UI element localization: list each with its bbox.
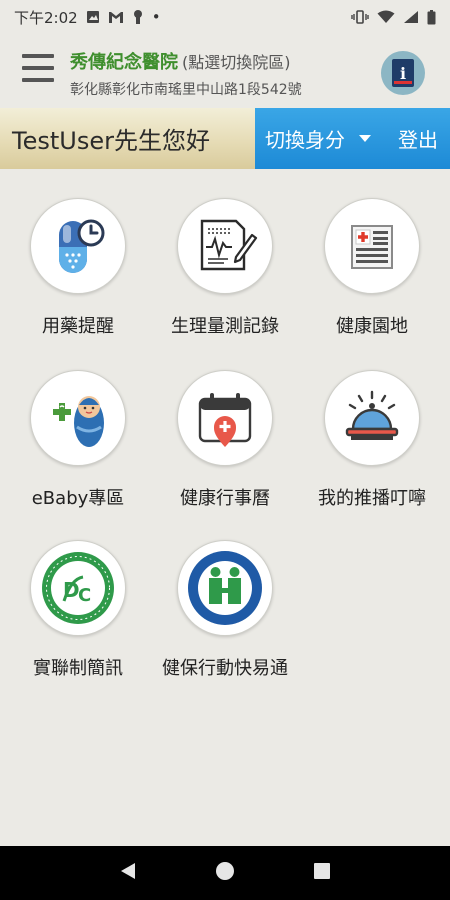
- home-icon[interactable]: [215, 861, 235, 885]
- tile-label: 實聯制簡訊: [33, 658, 123, 679]
- gmail-icon: [108, 11, 124, 24]
- tile-label: eBaby專區: [31, 488, 125, 509]
- battery-icon: [427, 9, 436, 25]
- tile-ebaby[interactable]: eBaby專區: [3, 370, 153, 510]
- tile-label: 健康園地: [336, 316, 408, 337]
- hospital-name: 秀傳紀念醫院: [70, 52, 178, 73]
- tile-measurement-record[interactable]: 生理量測記錄: [150, 198, 300, 338]
- tile-push-notification[interactable]: 我的推播叮嚀: [297, 370, 447, 510]
- svg-text:C: C: [78, 585, 91, 606]
- hamburger-menu-icon[interactable]: [22, 54, 54, 82]
- measurement-record-icon: [177, 198, 273, 294]
- hospital-selector[interactable]: 秀傳紀念醫院 (點選切換院區): [70, 48, 291, 74]
- user-bar: TestUser先生您好 切換身分 登出: [0, 108, 450, 169]
- medicine-reminder-icon: [30, 198, 126, 294]
- switch-identity-label: 切換身分: [265, 128, 345, 152]
- caret-down-icon: [359, 135, 371, 142]
- vibrate-icon: [351, 10, 369, 24]
- tile-health-calendar[interactable]: 健康行事曆: [150, 370, 300, 510]
- image-icon: [86, 10, 100, 24]
- status-dot: •: [151, 8, 161, 26]
- hospital-switch-hint: (點選切換院區): [182, 53, 291, 72]
- recents-icon[interactable]: [313, 862, 331, 884]
- user-greeting: TestUser先生您好: [0, 108, 255, 169]
- ebaby-icon: [30, 370, 126, 466]
- health-news-icon: [324, 198, 420, 294]
- switch-identity-button[interactable]: 切換身分: [255, 108, 371, 169]
- tile-label: 健保行動快易通: [162, 658, 288, 679]
- tile-health-news[interactable]: 健康園地: [297, 198, 447, 338]
- tile-label: 健康行事曆: [180, 488, 270, 509]
- tile-label: 我的推播叮嚀: [318, 488, 426, 509]
- tile-medicine-reminder[interactable]: 用藥提醒: [3, 198, 153, 338]
- info-button[interactable]: i: [381, 51, 425, 95]
- user-actions: 切換身分 登出: [255, 108, 450, 169]
- back-icon[interactable]: [119, 861, 137, 885]
- tile-nhi-express[interactable]: 健保行動快易通: [150, 540, 300, 680]
- info-icon: i: [392, 59, 414, 87]
- tile-label: 用藥提醒: [42, 316, 114, 337]
- push-notification-bell-icon: [324, 370, 420, 466]
- keyhole-icon: [132, 9, 144, 25]
- logout-button[interactable]: 登出: [398, 108, 450, 169]
- tile-label: 生理量測記錄: [171, 316, 279, 337]
- wifi-icon: [377, 10, 395, 24]
- app-header: 秀傳紀念醫院 (點選切換院區) 彰化縣彰化市南瑤里中山路1段542號 i: [0, 34, 450, 108]
- nhi-express-icon: [177, 540, 273, 636]
- signal-icon: [403, 10, 419, 24]
- tile-real-name-sms[interactable]: D C 實聯制簡訊: [3, 540, 153, 680]
- status-time: 下午2:02: [14, 8, 78, 27]
- real-name-sms-icon: D C: [30, 540, 126, 636]
- system-nav-bar: [0, 846, 450, 900]
- hospital-address: 彰化縣彰化市南瑤里中山路1段542號: [70, 82, 302, 98]
- health-calendar-icon: [177, 370, 273, 466]
- status-bar: 下午2:02 •: [0, 0, 450, 34]
